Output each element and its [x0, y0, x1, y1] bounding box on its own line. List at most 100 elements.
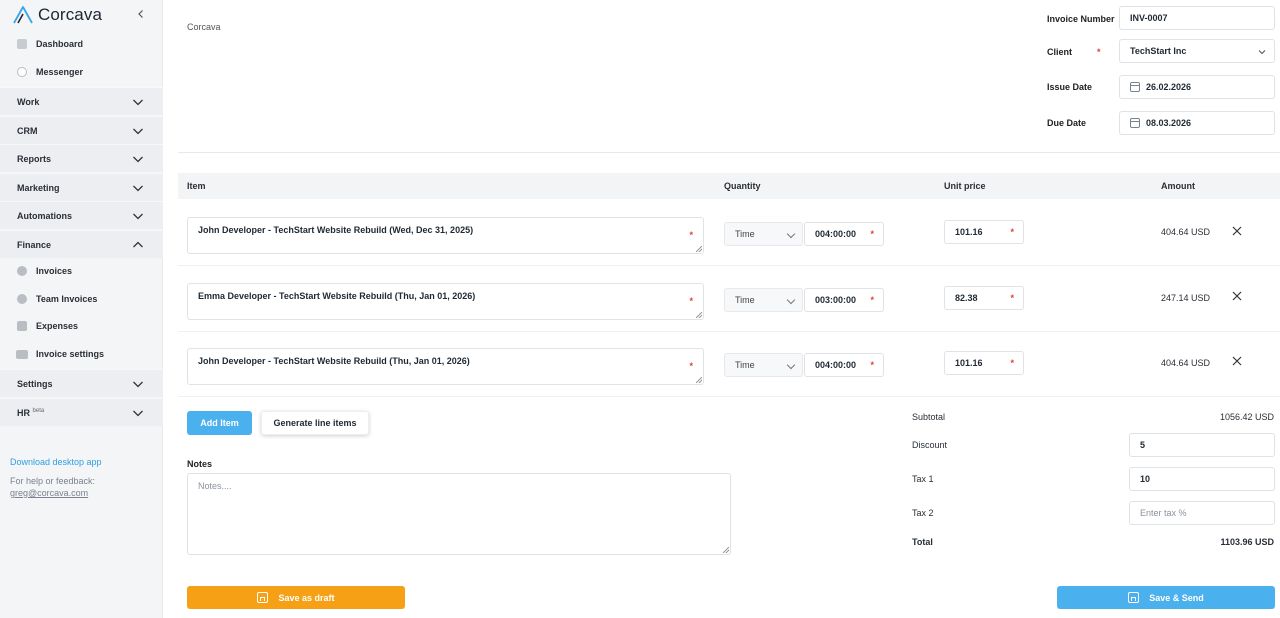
item-description: Emma Developer - TechStart Website Rebui…	[198, 291, 476, 301]
tax2-input[interactable]: Enter tax %	[1129, 501, 1275, 525]
sidebar-group-reports[interactable]: Reports	[0, 144, 163, 172]
receipt-icon	[17, 321, 27, 331]
unit-type-select[interactable]: Time	[724, 353, 803, 377]
generate-line-items-button[interactable]: Generate line items	[261, 411, 369, 435]
sidebar-group-work[interactable]: Work	[0, 87, 163, 115]
hr-label: HR	[17, 407, 30, 418]
required-marker: *	[1010, 227, 1014, 237]
invoice-number-label: Invoice Number	[1047, 14, 1115, 24]
tax2-label: Tax 2	[912, 508, 934, 518]
required-marker: *	[1097, 47, 1101, 57]
item-description-input[interactable]: John Developer - TechStart Website Rebui…	[187, 217, 704, 254]
chevron-down-icon	[133, 410, 143, 416]
save-icon	[257, 592, 269, 603]
sidebar-group-hr[interactable]: HR beta	[0, 398, 163, 426]
calendar-icon	[1130, 82, 1140, 92]
help-label: For help or feedback:	[10, 476, 96, 486]
sidebar-group-finance[interactable]: Finance	[0, 230, 163, 258]
breadcrumb[interactable]: Corcava	[187, 22, 221, 32]
column-header-unit-price: Unit price	[944, 181, 986, 191]
save-as-draft-button[interactable]: Save as draft	[187, 586, 405, 609]
sidebar-group-automations[interactable]: Automations	[0, 201, 163, 229]
save-and-send-button[interactable]: Save & Send	[1057, 586, 1275, 609]
chevron-down-icon	[133, 128, 143, 134]
invoice-number-input[interactable]: INV-0007	[1119, 6, 1275, 30]
discount-label: Discount	[912, 440, 948, 450]
discount-input[interactable]: 5	[1129, 433, 1275, 457]
sidebar-item-invoices[interactable]: Invoices	[0, 258, 163, 284]
resize-handle-icon[interactable]	[696, 312, 702, 318]
save-and-send-label: Save & Send	[1149, 592, 1204, 603]
required-marker: *	[1010, 358, 1014, 368]
column-header-amount: Amount	[1161, 181, 1195, 191]
sidebar-item-label: Team Invoices	[36, 294, 98, 304]
chevron-down-icon	[1258, 50, 1266, 55]
sidebar-item-dashboard[interactable]: Dashboard	[0, 31, 163, 57]
add-item-button[interactable]: Add Item	[187, 411, 252, 435]
sidebar-group-label: Reports	[17, 153, 52, 164]
unit-price-input[interactable]: 101.16 *	[944, 220, 1024, 244]
chevron-down-icon	[133, 381, 143, 387]
line-amount: 404.64 USD	[1161, 227, 1211, 237]
sidebar: Corcava Dashboard Messenger Work CRM Rep…	[0, 0, 163, 618]
sidebar-group-marketing[interactable]: Marketing	[0, 173, 163, 201]
remove-line-close-icon[interactable]	[1231, 355, 1243, 367]
sidebar-item-label: Expenses	[36, 321, 79, 331]
unit-type-select[interactable]: Time	[724, 288, 803, 312]
required-marker: *	[1010, 293, 1014, 303]
quantity-value: 004:00:00	[815, 229, 857, 239]
save-as-draft-label: Save as draft	[278, 592, 335, 603]
resize-handle-icon[interactable]	[696, 377, 702, 383]
tax1-input[interactable]: 10	[1129, 467, 1275, 491]
brand[interactable]: Corcava	[12, 5, 102, 25]
chevron-up-icon	[133, 241, 143, 247]
notes-textarea[interactable]: Notes....	[187, 473, 731, 555]
resize-handle-icon[interactable]	[696, 246, 702, 252]
dollar-icon	[17, 294, 27, 304]
sidebar-group-label: Finance	[17, 239, 52, 250]
client-label: Client	[1047, 47, 1073, 57]
sidebar-group-label: Work	[17, 96, 40, 107]
client-select[interactable]: TechStart Inc	[1119, 39, 1275, 63]
sidebar-item-messenger[interactable]: Messenger	[0, 59, 163, 85]
unit-price-value: 101.16	[955, 227, 983, 237]
sidebar-item-team-invoices[interactable]: Team Invoices	[0, 286, 163, 312]
issue-date-input[interactable]: 26.02.2026	[1119, 75, 1275, 99]
issue-date-value: 26.02.2026	[1146, 82, 1192, 92]
unit-type-select[interactable]: Time	[724, 222, 803, 246]
unit-price-input[interactable]: 101.16 *	[944, 351, 1024, 375]
wallet-icon	[16, 349, 28, 359]
column-header-item: Item	[187, 181, 206, 191]
chevron-down-icon	[786, 360, 796, 370]
unit-price-input[interactable]: 82.38 *	[944, 286, 1024, 310]
resize-handle-icon[interactable]	[723, 547, 729, 553]
due-date-label: Due Date	[1047, 118, 1087, 128]
messenger-icon	[17, 67, 27, 77]
item-description: John Developer - TechStart Website Rebui…	[198, 356, 470, 366]
quantity-input[interactable]: 004:00:00 *	[804, 353, 884, 377]
client-value: TechStart Inc	[1130, 46, 1187, 56]
download-desktop-app-link[interactable]: Download desktop app	[10, 457, 102, 467]
collapse-sidebar-icon[interactable]	[136, 8, 146, 22]
help-email-link[interactable]: greg@corcava.com	[10, 488, 88, 498]
header-divider	[178, 152, 1280, 153]
item-description-input[interactable]: John Developer - TechStart Website Rebui…	[187, 348, 704, 385]
sidebar-item-expenses[interactable]: Expenses	[0, 313, 163, 339]
remove-line-close-icon[interactable]	[1231, 225, 1243, 237]
due-date-input[interactable]: 08.03.2026	[1119, 111, 1275, 135]
subtotal-value: 1056.42 USD	[1219, 412, 1274, 422]
quantity-input[interactable]: 004:00:00 *	[804, 222, 884, 246]
sidebar-group-crm[interactable]: CRM	[0, 116, 163, 144]
total-label: Total	[912, 537, 933, 547]
sidebar-group-label: Marketing	[17, 182, 60, 193]
sidebar-group-settings[interactable]: Settings	[0, 369, 163, 397]
remove-line-close-icon[interactable]	[1231, 290, 1243, 302]
sidebar-group-label: Settings	[17, 378, 53, 389]
required-marker: *	[870, 360, 874, 370]
item-description-input[interactable]: Emma Developer - TechStart Website Rebui…	[187, 283, 704, 320]
quantity-value: 004:00:00	[815, 360, 857, 370]
sidebar-item-invoice-settings[interactable]: Invoice settings	[0, 341, 163, 367]
dollar-icon	[17, 266, 27, 276]
sidebar-item-label: Invoices	[36, 266, 73, 276]
quantity-input[interactable]: 003:00:00 *	[804, 288, 884, 312]
